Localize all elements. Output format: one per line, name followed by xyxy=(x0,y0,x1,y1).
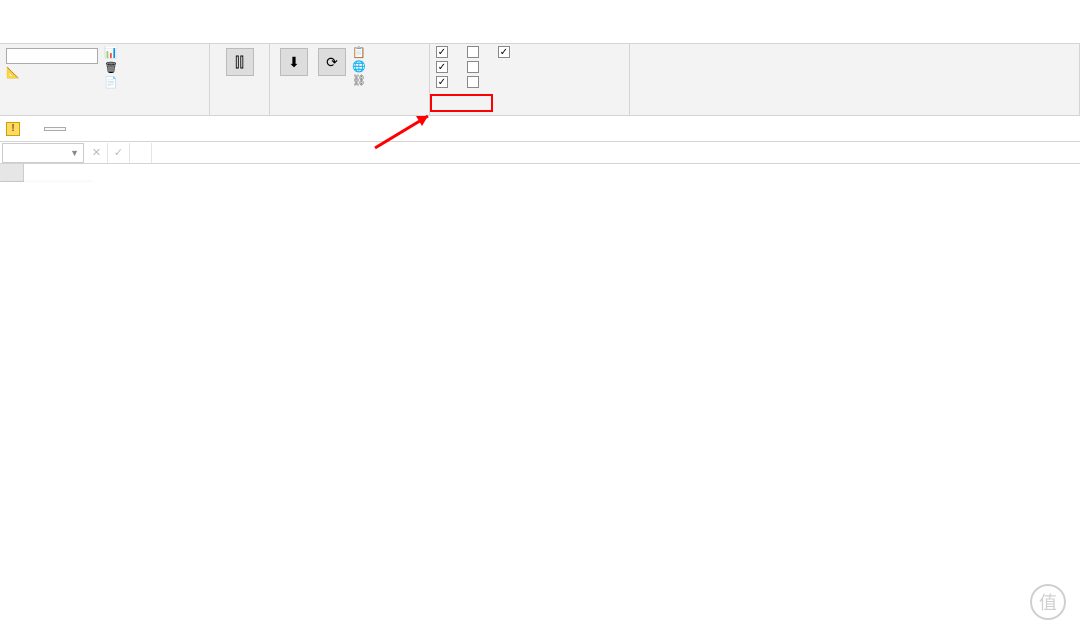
first-col-checkbox[interactable] xyxy=(467,46,479,58)
resize-table-button[interactable]: 📐 xyxy=(6,66,98,79)
open-browser-link: 🌐 xyxy=(352,60,366,73)
insert-slicer-button[interactable]: ⫿⫿ xyxy=(216,46,263,78)
ribbon-tabs xyxy=(0,20,1080,44)
formula-bar: ▼ ✕ ✓ xyxy=(0,142,1080,164)
name-box[interactable]: ▼ xyxy=(2,143,84,163)
pivot-summary-button[interactable]: 📊 xyxy=(104,46,121,59)
annotation-highlight xyxy=(430,94,493,112)
enable-content-button[interactable] xyxy=(44,127,66,131)
banded-cols-checkbox[interactable] xyxy=(467,76,479,88)
last-col-checkbox[interactable] xyxy=(467,61,479,73)
filter-button-checkbox[interactable]: ✓ xyxy=(498,46,510,58)
watermark: 值 xyxy=(1030,584,1072,620)
unlink-button[interactable]: ⛓ xyxy=(352,74,366,87)
cancel-formula-button: ✕ xyxy=(86,143,108,163)
worksheet[interactable]: ▼ xyxy=(0,164,1080,182)
warning-icon: ! xyxy=(6,122,20,136)
security-warning-bar: ! xyxy=(0,116,1080,142)
header-row-checkbox[interactable]: ✓ xyxy=(436,46,448,58)
formula-input[interactable] xyxy=(152,143,1080,163)
banded-rows-checkbox[interactable]: ✓ xyxy=(436,76,448,88)
fx-button[interactable] xyxy=(130,143,152,163)
group-label-external xyxy=(276,113,423,115)
accept-formula-button: ✓ xyxy=(108,143,130,163)
group-label-properties xyxy=(6,113,203,115)
remove-duplicates-button[interactable]: 🗑 xyxy=(104,61,121,74)
properties-link[interactable]: 📋 xyxy=(352,46,366,59)
refresh-button[interactable]: ⟳ xyxy=(314,46,350,78)
ribbon: 📐 📊 🗑 📄 ⫿⫿ ⬇ ⟳ 📋 🌐 ⛓ xyxy=(0,44,1080,116)
total-row-checkbox[interactable]: ✓ xyxy=(436,61,448,73)
group-label-styles xyxy=(636,113,1073,115)
export-button[interactable]: ⬇ xyxy=(276,46,312,78)
table-name-input[interactable] xyxy=(6,48,98,64)
convert-range-button[interactable]: 📄 xyxy=(104,76,121,89)
select-all-corner[interactable] xyxy=(0,164,24,182)
group-label-tools xyxy=(216,113,263,115)
group-label-style-options xyxy=(436,113,623,115)
